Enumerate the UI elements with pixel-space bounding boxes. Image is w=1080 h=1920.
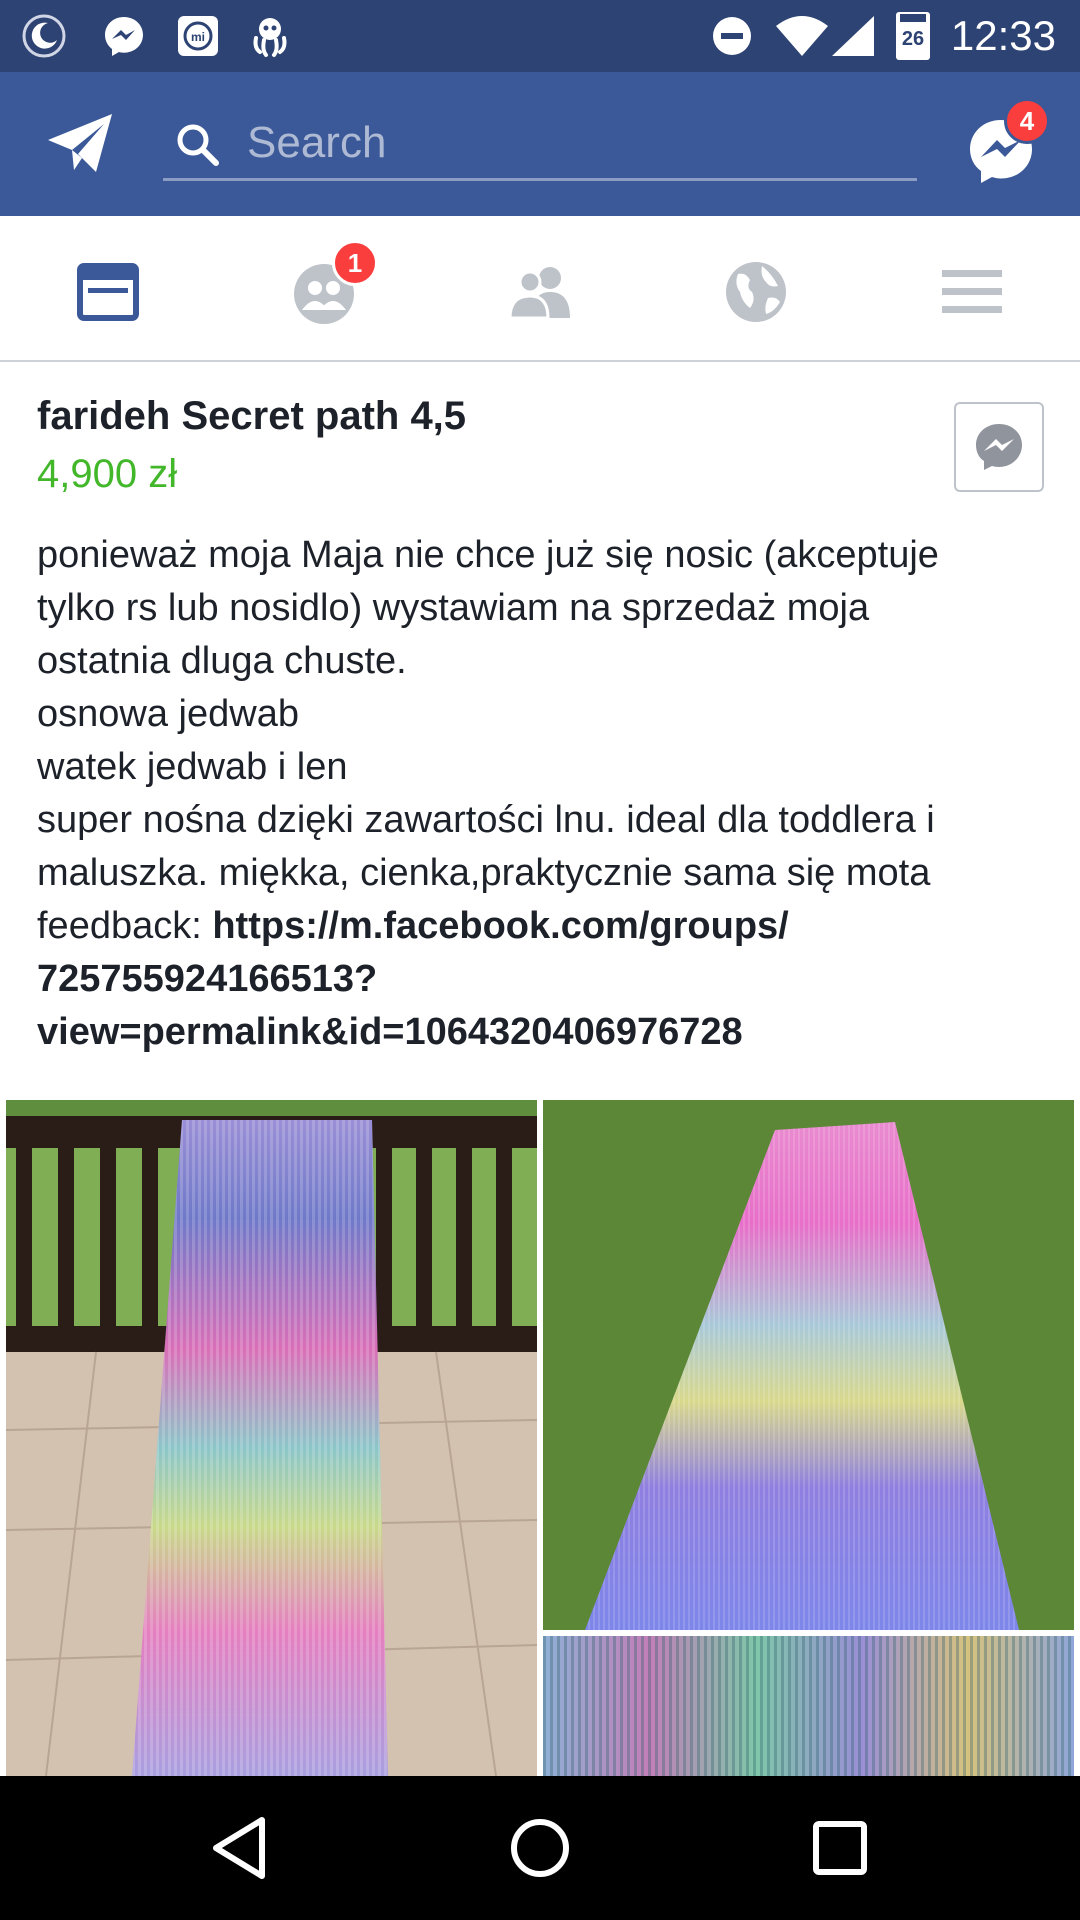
tab-bar (0, 216, 1080, 362)
search-icon (177, 124, 219, 166)
octopus-icon (253, 18, 287, 57)
news-feed-icon (77, 263, 139, 321)
description-line: osnowa jedwab (37, 693, 299, 735)
friend-requests-badge: 1 (332, 240, 378, 286)
mi-icon: mi (178, 16, 218, 56)
listing-price: 4,900 zł (37, 452, 178, 496)
feedback-link[interactable]: https://m.facebook.com/groups/ (212, 905, 788, 947)
back-icon[interactable] (202, 1808, 282, 1888)
tab-groups[interactable] (500, 252, 580, 332)
do-not-disturb-icon (713, 17, 751, 55)
description-line: ponieważ moja Maja nie chce już się nosi… (37, 534, 939, 576)
messenger-badge: 4 (1004, 98, 1050, 144)
calendar-icon: 26 (896, 12, 930, 60)
menu-icon (942, 270, 1002, 313)
listing-photo-3[interactable] (543, 1636, 1074, 1776)
listing-photo-1[interactable] (6, 1100, 537, 1776)
wifi-icon (776, 16, 828, 56)
feedback-line: feedback: https://m.facebook.com/groups/ (37, 900, 1057, 953)
svg-text:mi: mi (191, 30, 205, 44)
feedback-link[interactable]: 725755924166513? (37, 953, 1057, 1006)
calendar-day: 26 (901, 28, 925, 50)
groups-icon (508, 267, 570, 320)
globe-icon (726, 262, 786, 322)
message-seller-button[interactable] (954, 402, 1044, 492)
clock: 12:33 (950, 12, 1056, 59)
description-line: watek jedwab i len (37, 746, 348, 788)
tab-news-feed[interactable] (68, 252, 148, 332)
search-bar[interactable] (163, 106, 917, 181)
signal-icon (832, 16, 874, 56)
messenger-icon (976, 424, 1022, 470)
listing-title: farideh Secret path 4,5 (37, 394, 467, 438)
moon-icon (22, 14, 66, 58)
search-input[interactable] (245, 112, 899, 174)
system-nav-bar (0, 1776, 1080, 1920)
status-bar: mi 26 12:33 (0, 0, 1080, 72)
description-line: tylko rs lub nosidlo) wystawiam na sprze… (37, 587, 870, 629)
recents-icon[interactable] (800, 1808, 880, 1888)
tab-menu[interactable] (932, 252, 1012, 332)
description-line: super nośna dzięki zawartości lnu. ideal… (37, 799, 935, 841)
description-line: maluszka. miękka, cienka,praktycznie sam… (37, 852, 931, 894)
app-header (0, 72, 1080, 216)
feedback-link[interactable]: view=permalink&id=1064320406976728 (37, 1006, 1057, 1059)
description-line: ostatnia dluga chuste. (37, 640, 407, 682)
messenger-icon (105, 17, 143, 56)
listing-description: ponieważ moja Maja nie chce już się nosi… (37, 529, 1057, 1059)
tab-notifications[interactable] (716, 252, 796, 332)
feedback-label: feedback: (37, 905, 213, 947)
home-icon[interactable] (500, 1808, 580, 1888)
paper-plane-icon[interactable] (44, 110, 116, 178)
listing-photo-2[interactable] (543, 1100, 1074, 1630)
